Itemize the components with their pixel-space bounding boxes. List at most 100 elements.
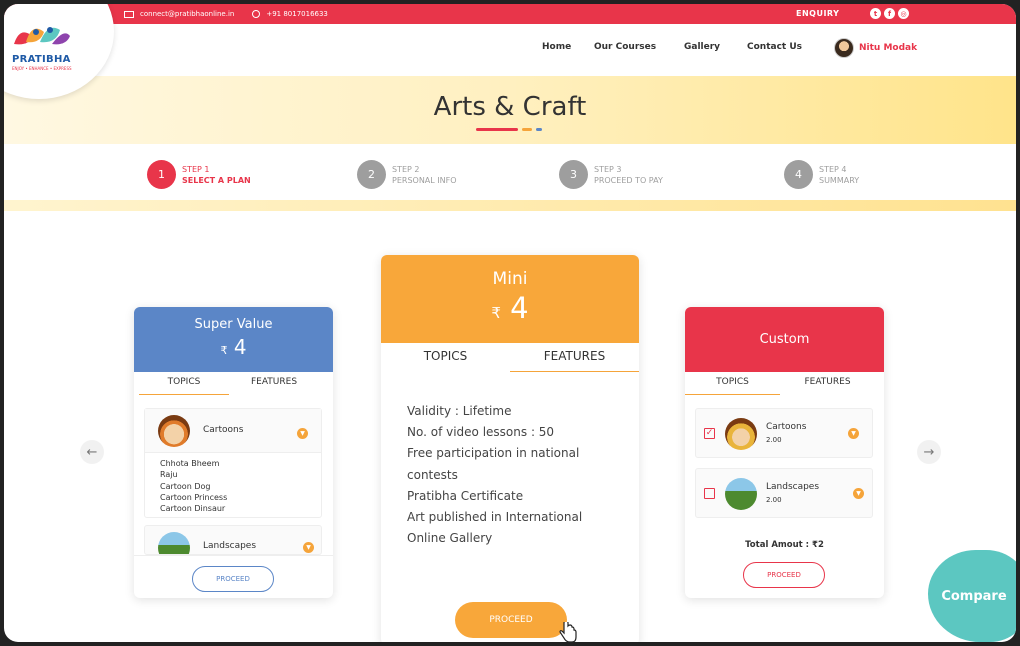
avatar (834, 38, 854, 58)
plan-header: Mini ₹ 4 (381, 255, 639, 343)
topic-price: 2.00 (766, 436, 782, 444)
tab-topics[interactable]: TOPICS (685, 372, 780, 395)
lesson-item: Raju (160, 470, 178, 480)
tab-topics[interactable]: TOPICS (139, 372, 229, 395)
logo-tagline: ENJOY • ENHANCE • EXPRESS (12, 66, 72, 71)
step-number: 2 (357, 160, 386, 189)
proceed-button[interactable]: PROCEED (192, 566, 274, 592)
nav-home[interactable]: Home (542, 42, 571, 52)
plan-price: 4 (510, 291, 529, 325)
plan-name: Custom (759, 332, 810, 347)
step-summary[interactable]: 4 STEP 4 SUMMARY (784, 160, 859, 189)
step-label: SELECT A PLAN (182, 175, 251, 185)
total-amount: Total Amout : ₹2 (745, 540, 824, 550)
currency-symbol: ₹ (220, 344, 228, 357)
nav-gallery[interactable]: Gallery (684, 42, 720, 52)
plan-tabs: TOPICS FEATURES (381, 343, 639, 372)
user-name: Nitu Modak (859, 43, 918, 53)
plan-card-custom: Custom TOPICS FEATURES ✓ Cartoons 2.00 ▼… (685, 307, 884, 598)
proceed-button[interactable]: PROCEED (743, 562, 825, 588)
checkbox-checked[interactable]: ✓ (704, 428, 715, 439)
user-menu[interactable]: Nitu Modak (834, 38, 917, 58)
logo-art-icon (14, 27, 70, 45)
step-personal-info[interactable]: 2 STEP 2 PERSONAL INFO (357, 160, 457, 189)
phone-link[interactable]: +91 8017016633 (266, 10, 328, 18)
topic-cartoons: Cartoons ▼ Chhota Bheem Raju Cartoon Dog… (144, 408, 322, 518)
enquiry-link[interactable]: ENQUIRY (796, 9, 839, 18)
topic-cartoons[interactable]: ✓ Cartoons 2.00 ▼ (695, 408, 873, 458)
topic-landscapes[interactable]: Landscapes 2.00 ▼ (695, 468, 873, 518)
topic-title: Cartoons (766, 422, 807, 432)
plan-card-super-value: Super Value ₹ 4 TOPICS FEATURES Cartoons… (134, 307, 333, 598)
step-caption: STEP 1 (182, 164, 210, 174)
step-select-plan[interactable]: 1 STEP 1 SELECT A PLAN (147, 160, 251, 189)
feature-item: Validity : Lifetime (407, 404, 512, 418)
browser-frame: connect@pratibhaonline.in +91 8017016633… (4, 4, 1016, 642)
plan-tabs: TOPICS FEATURES (139, 372, 319, 395)
plan-header: Custom (685, 307, 884, 372)
step-number: 1 (147, 160, 176, 189)
lesson-item: Cartoon Princess (160, 492, 228, 502)
phone-icon (252, 10, 261, 18)
plan-header: Super Value ₹ 4 (134, 307, 333, 372)
compare-button[interactable]: Compare (928, 550, 1016, 642)
mail-icon (124, 10, 134, 18)
nav-our-courses[interactable]: Our Courses (594, 42, 656, 52)
cartoons-thumbnail (725, 418, 757, 450)
page-banner: Arts & Craft (4, 76, 1016, 144)
topic-landscapes[interactable]: Landscapes ▼ (144, 525, 322, 555)
divider (134, 555, 333, 556)
chevron-down-icon[interactable]: ▼ (297, 428, 308, 439)
title-underline (476, 128, 518, 131)
proceed-button[interactable]: PROCEED (455, 602, 567, 638)
twitter-icon[interactable]: t (870, 8, 881, 19)
step-caption: STEP 3 (594, 164, 622, 174)
step-label: PROCEED TO PAY (594, 175, 663, 185)
tab-features[interactable]: FEATURES (510, 343, 639, 372)
currency-symbol: ₹ (491, 304, 501, 322)
social-links: t f ◎ (870, 8, 909, 19)
step-label: PERSONAL INFO (392, 175, 457, 185)
feature-item: Online Gallery (407, 531, 493, 546)
plan-tabs: TOPICS FEATURES (685, 372, 875, 395)
checkbox-unchecked[interactable] (704, 488, 715, 499)
topic-title: Landscapes (766, 482, 820, 492)
title-underline-dot (536, 128, 542, 131)
plan-name: Super Value (194, 317, 273, 332)
feature-item: Art published in International (407, 510, 583, 525)
logo-name: PRATIBHA (12, 54, 71, 65)
chevron-down-icon[interactable]: ▼ (303, 542, 314, 553)
email-link[interactable]: connect@pratibhaonline.in (140, 10, 234, 18)
step-label: SUMMARY (819, 175, 860, 185)
checkout-steps: 1 STEP 1 SELECT A PLAN 2 STEP 2 PERSONAL I… (4, 144, 1016, 200)
instagram-icon[interactable]: ◎ (898, 8, 909, 19)
step-number: 3 (559, 160, 588, 189)
features-list: Validity : Lifetime No. of video lessons… (407, 401, 582, 549)
chevron-down-icon[interactable]: ▼ (848, 428, 859, 439)
plan-price: 4 (233, 335, 247, 359)
carousel-prev-button[interactable]: ← (80, 440, 104, 464)
tab-features[interactable]: FEATURES (229, 372, 319, 395)
topic-title: Landscapes (203, 541, 257, 551)
carousel-next-button[interactable]: → (917, 440, 941, 464)
feature-item: contests (407, 467, 458, 482)
feature-item: No. of video lessons : 50 (407, 425, 555, 440)
facebook-icon[interactable]: f (884, 8, 895, 19)
decorative-strip (4, 200, 1016, 211)
topic-lessons: Chhota Bheem Raju Cartoon Dog Cartoon Pr… (160, 458, 227, 514)
plan-name: Mini (492, 269, 528, 289)
tab-features[interactable]: FEATURES (780, 372, 875, 395)
step-caption: STEP 4 (819, 164, 847, 174)
lesson-item: Chhota Bheem (160, 459, 220, 468)
feature-item: Free participation in national (407, 446, 580, 461)
nav-contact-us[interactable]: Contact Us (747, 42, 802, 52)
top-contact-bar: connect@pratibhaonline.in +91 8017016633… (4, 4, 1016, 24)
step-number: 4 (784, 160, 813, 189)
step-proceed-to-pay[interactable]: 3 STEP 3 PROCEED TO PAY (559, 160, 663, 189)
page-title: Arts & Craft (433, 92, 587, 122)
chevron-down-icon[interactable]: ▼ (853, 488, 864, 499)
topic-title: Cartoons (203, 425, 244, 435)
lesson-item: Cartoon Dog (160, 481, 211, 491)
tab-topics[interactable]: TOPICS (381, 343, 510, 372)
plan-card-mini: Mini ₹ 4 TOPICS FEATURES Validity : Life… (381, 255, 639, 642)
